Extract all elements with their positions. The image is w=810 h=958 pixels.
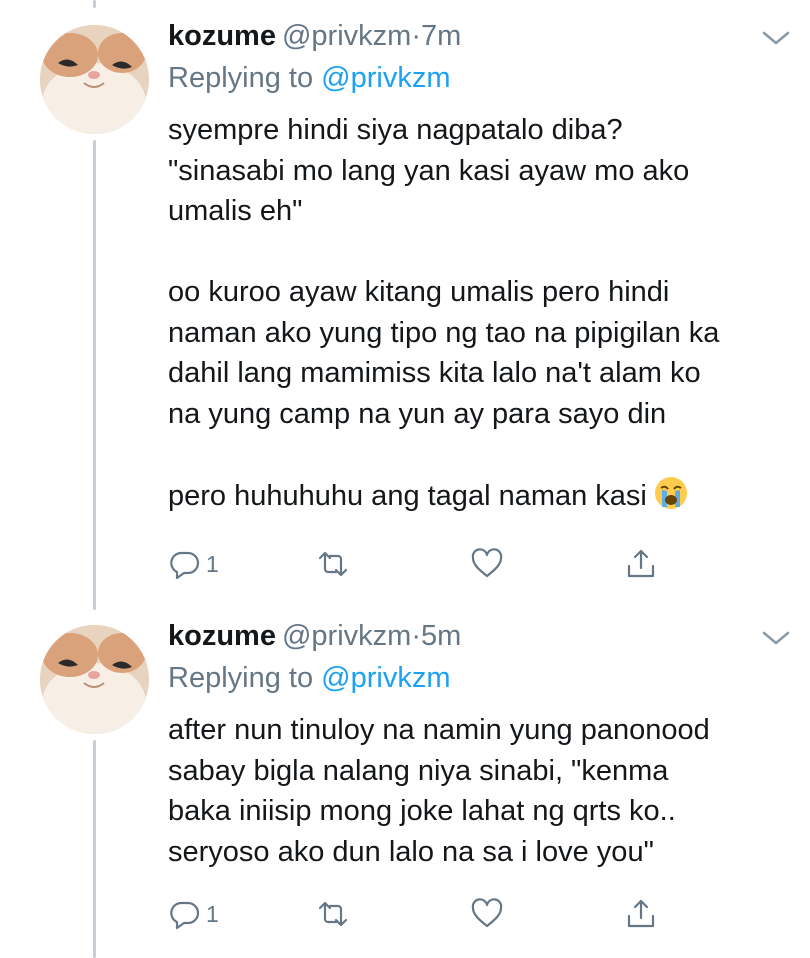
heart-icon (471, 898, 503, 928)
tweet-actions: 1 (168, 544, 768, 584)
tweet-text-line: sabay bigla nalang niya sinabi, "kenma (168, 754, 669, 787)
cat-avatar-icon (40, 25, 149, 134)
reply-mention-link[interactable]: @privkzm (321, 62, 450, 94)
share-icon (627, 549, 655, 578)
avatar[interactable] (40, 625, 149, 734)
tweet-text-line: umalis eh" (168, 195, 303, 227)
tweet-text-line: naman ako yung tipo ng tao na pipigilan … (168, 316, 720, 349)
replying-to: Replying to @privkzm (168, 658, 450, 698)
replying-to-label: Replying to (168, 662, 314, 694)
tweet-text-line: pero huhuhuhu ang tagal naman kasi (168, 479, 647, 512)
reply-button[interactable]: 1 (168, 544, 219, 584)
tweet-header: kozume @privkzm·7m (168, 16, 461, 56)
tweet-text-line: na yung camp na yun ay para sayo din (168, 397, 667, 430)
avatar[interactable] (40, 25, 149, 134)
cat-avatar-icon (40, 625, 149, 734)
tweet-text-line: after nun tinuloy na namin yung panonood (168, 714, 710, 746)
tweet-header: kozume @privkzm·5m (168, 616, 461, 656)
retweet-icon (318, 901, 348, 927)
like-button[interactable] (470, 544, 504, 584)
share-icon (627, 899, 655, 928)
share-button[interactable] (624, 544, 658, 584)
tweet-text-line: "sinasabi mo lang yan kasi ayaw mo ako (168, 154, 690, 187)
tweet-text-line: seryoso ako dun lalo na sa i love you" (168, 835, 654, 868)
reply-mention-link[interactable]: @privkzm (321, 662, 450, 694)
timestamp[interactable]: 7m (421, 20, 461, 52)
separator-dot: · (411, 20, 421, 52)
tweet-text-last-line: pero huhuhuhu ang tagal naman kasi (168, 475, 793, 517)
replying-to-label: Replying to (168, 62, 314, 94)
reply-bubble-icon (170, 901, 200, 930)
reply-count: 1 (206, 900, 219, 927)
tweet-text-blank-line (168, 232, 793, 273)
timestamp[interactable]: 5m (421, 620, 461, 652)
retweet-button[interactable] (316, 894, 350, 934)
tweet-text-line: dahil lang mamimiss kita lalo na't alam … (168, 357, 701, 389)
tweet-text-line: syempre hindi siya nagpatalo diba? (168, 114, 623, 146)
tweet-text-line: baka iniisip mong joke lahat ng qrts ko.… (168, 795, 676, 827)
tweet-text-line: oo kuroo ayaw kitang umalis pero hindi (168, 276, 670, 308)
chevron-down-icon[interactable] (760, 28, 792, 48)
tweet[interactable]: kozume @privkzm·7m Replying to @privkzm s… (0, 16, 810, 586)
author-name[interactable]: kozume (168, 20, 276, 52)
reply-bubble-icon (170, 551, 200, 580)
tweet-text: after nun tinuloy na namin yung panonood… (168, 710, 793, 872)
retweet-button[interactable] (316, 544, 350, 584)
author-name[interactable]: kozume (168, 620, 276, 652)
retweet-icon (318, 551, 348, 577)
separator-dot: · (411, 620, 421, 652)
tweet-text: syempre hindi siya nagpatalo diba? "sina… (168, 110, 793, 516)
reply-count: 1 (206, 550, 219, 577)
tweet-text-blank-line (168, 434, 793, 475)
tweet-actions: 1 (168, 894, 768, 934)
share-button[interactable] (624, 894, 658, 934)
loudly-crying-face-emoji-icon (654, 476, 687, 509)
replying-to: Replying to @privkzm (168, 58, 450, 98)
heart-icon (471, 548, 503, 578)
author-handle[interactable]: @privkzm (282, 20, 411, 52)
reply-button[interactable]: 1 (168, 894, 219, 934)
chevron-down-icon[interactable] (760, 628, 792, 648)
author-handle[interactable]: @privkzm (282, 620, 411, 652)
thread-line-top (93, 0, 96, 8)
tweet[interactable]: kozume @privkzm·5m Replying to @privkzm a… (0, 616, 810, 958)
like-button[interactable] (470, 894, 504, 934)
